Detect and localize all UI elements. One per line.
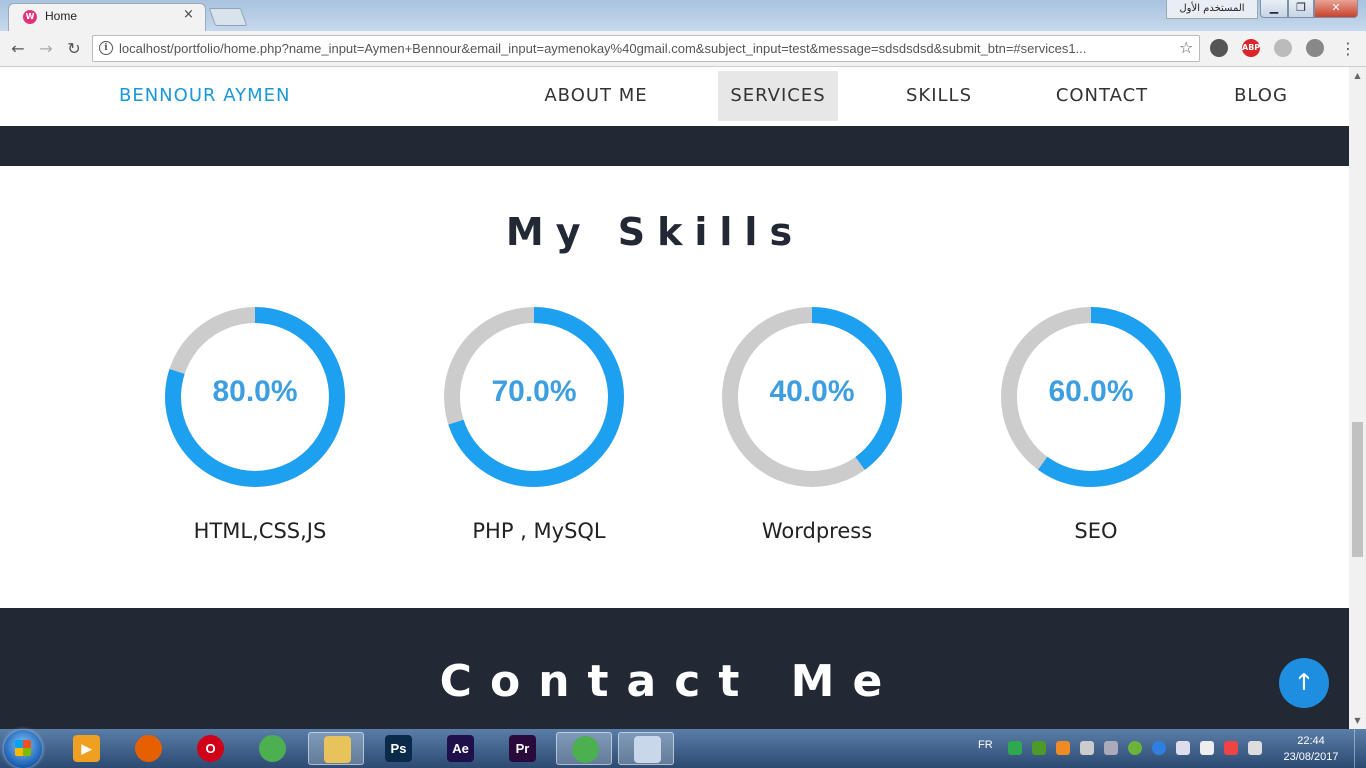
media-player-icon: ▶ — [73, 735, 100, 762]
tray-volume-icon[interactable] — [1176, 741, 1190, 755]
window-close-button[interactable]: ✕ — [1314, 0, 1358, 18]
contact-section: Contact Me — [0, 608, 1349, 729]
skills-section: My Skills 80.0% HTML,CSS,JS 70.0% PHP , … — [0, 166, 1349, 608]
back-to-top-button[interactable]: 🡑 — [1279, 658, 1329, 708]
reload-icon[interactable]: ↻ — [63, 38, 85, 60]
clock-time: 22:44 — [1297, 735, 1325, 747]
skill-label: HTML,CSS,JS — [193, 519, 327, 543]
browser-toolbar: ← → ↻ i localhost/portfolio/home.php?nam… — [0, 31, 1366, 67]
tray-power-icon[interactable] — [1248, 741, 1262, 755]
chrome-active-icon — [572, 736, 599, 763]
tab-strip: W Home × المستخدم الأول ▁ ❐ ✕ — [0, 0, 1366, 31]
url-text[interactable]: localhost/portfolio/home.php?name_input=… — [119, 41, 1169, 56]
contact-heading: Contact Me — [439, 656, 901, 707]
clock-date: 23/08/2017 — [1283, 751, 1339, 763]
tab-close-icon[interactable]: × — [183, 7, 194, 22]
tray-link-icon[interactable] — [1104, 741, 1118, 755]
skill-percent: 70.0% — [491, 375, 577, 408]
skill-card-seo: 60.0% SEO — [981, 307, 1201, 557]
browser-tab-home[interactable]: W Home × — [8, 3, 206, 31]
tray-flag-icon[interactable] — [1224, 741, 1238, 755]
adblock-plus-icon[interactable]: ABP — [1242, 39, 1260, 57]
scroll-thumb[interactable] — [1352, 422, 1363, 557]
premiere-icon: Pr — [509, 735, 536, 762]
page-viewport: BENNOUR AYMEN ABOUT ME SERVICES SKILLS C… — [0, 67, 1349, 729]
after-effects-icon: Ae — [447, 735, 474, 762]
tray-usb-icon[interactable] — [1080, 741, 1094, 755]
tray-app-icon[interactable] — [1008, 741, 1022, 755]
window-minimize-button[interactable]: ▁ — [1260, 0, 1288, 18]
skill-card-html: 80.0% HTML,CSS,JS — [145, 307, 365, 557]
taskbar-app-photoshop[interactable]: Ps — [370, 732, 426, 765]
site-brand[interactable]: BENNOUR AYMEN — [119, 85, 291, 106]
tray-bolt-icon[interactable] — [1152, 741, 1166, 755]
taskbar-app-media-player[interactable]: ▶ — [58, 732, 114, 765]
windows-taskbar: ▶ O Ps Ae Pr FR 22:44 23/08/2017 — [0, 729, 1366, 768]
page-scrollbar[interactable]: ▲ ▼ — [1349, 67, 1366, 729]
taskbar-app-chrome-active[interactable] — [556, 732, 612, 765]
taskbar-app-paint[interactable] — [618, 732, 674, 765]
skill-percent: 60.0% — [1048, 375, 1134, 408]
opera-icon: O — [197, 735, 224, 762]
taskbar-app-firefox[interactable] — [120, 732, 176, 765]
skill-label: SEO — [1074, 519, 1118, 543]
firefox-icon — [135, 735, 162, 762]
skill-label: Wordpress — [761, 519, 873, 543]
nav-item-about-me[interactable]: ABOUT ME — [530, 71, 662, 121]
windows-logo-icon — [15, 740, 31, 756]
tray-utorrent-icon[interactable] — [1128, 741, 1142, 755]
profile-badge[interactable]: المستخدم الأول — [1166, 0, 1258, 19]
tray-signal-icon[interactable] — [1200, 741, 1214, 755]
new-tab-button[interactable] — [208, 8, 248, 26]
arrow-up-icon: 🡑 — [1298, 670, 1310, 695]
taskbar-app-opera[interactable]: O — [182, 732, 238, 765]
address-bar[interactable]: i localhost/portfolio/home.php?name_inpu… — [92, 35, 1200, 62]
bookmark-star-icon[interactable]: ☆ — [1179, 38, 1193, 57]
tray-avast-icon[interactable] — [1056, 741, 1070, 755]
extension-compass-icon[interactable] — [1210, 39, 1228, 57]
skill-percent: 40.0% — [769, 375, 855, 408]
browser-menu-icon[interactable]: ⋮ — [1340, 38, 1356, 60]
nav-item-skills[interactable]: SKILLS — [892, 71, 986, 121]
tray-network-icon[interactable] — [1032, 741, 1046, 755]
extension-puzzle-icon[interactable] — [1274, 39, 1292, 57]
taskbar-app-after-effects[interactable]: Ae — [432, 732, 488, 765]
explorer-icon — [324, 736, 351, 763]
taskbar-app-explorer[interactable] — [308, 732, 364, 765]
services-section-bottom — [0, 126, 1349, 166]
taskbar-app-chrome[interactable] — [244, 732, 300, 765]
photoshop-icon: Ps — [385, 735, 412, 762]
extension-shield-icon[interactable] — [1306, 39, 1324, 57]
back-arrow-icon[interactable]: ← — [7, 38, 29, 60]
info-icon[interactable]: i — [99, 41, 113, 55]
taskbar-clock[interactable]: 22:44 23/08/2017 — [1276, 733, 1346, 765]
site-navbar: BENNOUR AYMEN ABOUT ME SERVICES SKILLS C… — [0, 67, 1349, 126]
start-button[interactable] — [4, 730, 42, 768]
language-indicator[interactable]: FR — [978, 739, 993, 751]
show-desktop-button[interactable] — [1354, 729, 1366, 768]
window-maximize-button[interactable]: ❐ — [1288, 0, 1314, 18]
nav-item-blog[interactable]: BLOG — [1222, 71, 1300, 121]
favicon-icon: W — [23, 10, 37, 24]
tab-title: Home — [45, 9, 78, 23]
taskbar-app-premiere[interactable]: Pr — [494, 732, 550, 765]
scroll-up-arrow-icon[interactable]: ▲ — [1349, 67, 1366, 84]
skill-card-wordpress: 40.0% Wordpress — [702, 307, 922, 557]
chrome-icon — [259, 735, 286, 762]
skills-heading: My Skills — [505, 210, 805, 254]
forward-arrow-icon[interactable]: → — [35, 38, 57, 60]
skill-percent: 80.0% — [212, 375, 298, 408]
skill-card-php: 70.0% PHP , MySQL — [424, 307, 644, 557]
nav-item-contact[interactable]: CONTACT — [1040, 71, 1164, 121]
scroll-down-arrow-icon[interactable]: ▼ — [1349, 712, 1366, 729]
nav-item-services[interactable]: SERVICES — [718, 71, 838, 121]
paint-icon — [634, 736, 661, 763]
skill-label: PHP , MySQL — [472, 519, 606, 543]
